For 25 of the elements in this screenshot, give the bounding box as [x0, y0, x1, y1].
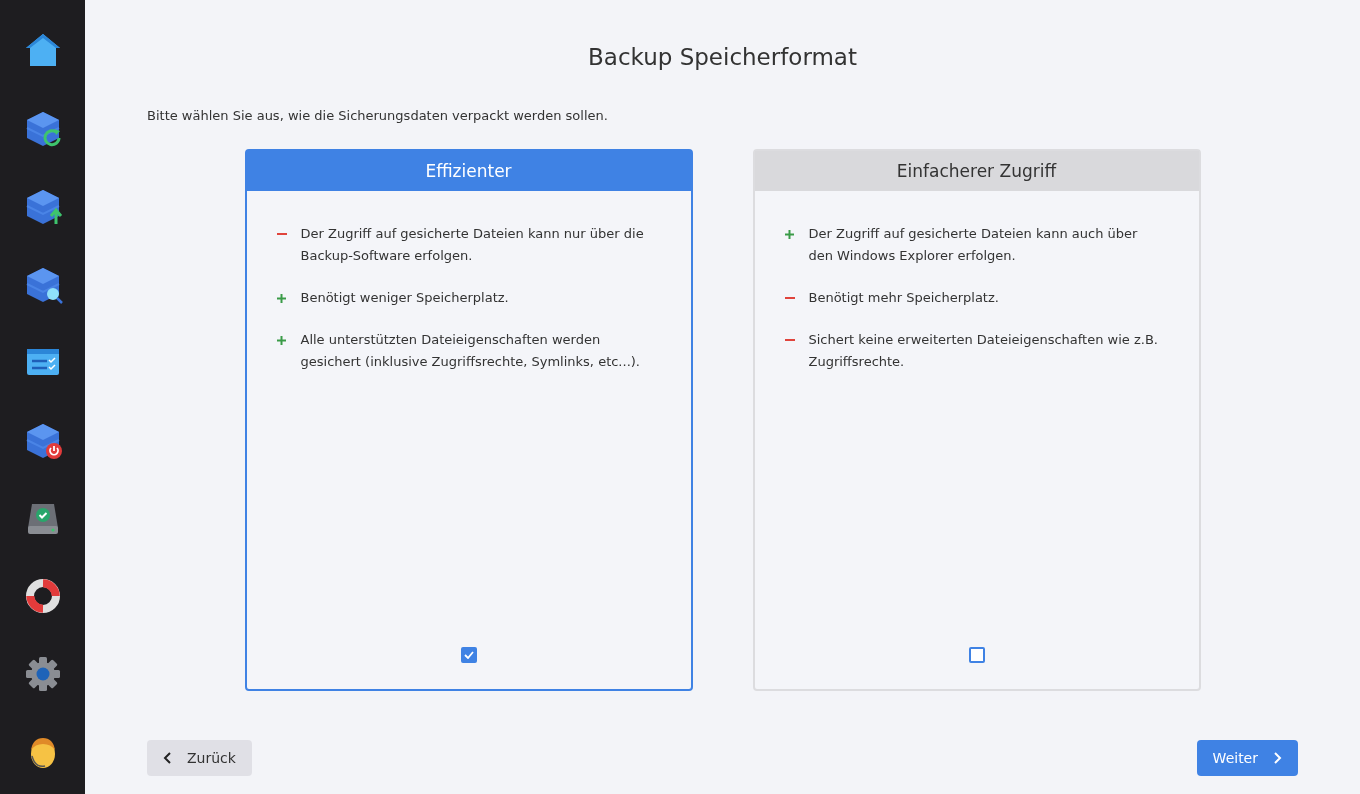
- feature-text: Alle unterstützten Dateieigenschaften werden gesichert (inklusive Zugriffsrechte, Symlinks, etc...).: [300, 331, 641, 371]
- minus-icon: [784, 339, 795, 341]
- feature-text: Benötigt weniger Speicherplatz.: [300, 289, 509, 307]
- chevron-left-icon: [163, 752, 173, 764]
- option-card[interactable]: [244, 149, 693, 691]
- plus-icon: [277, 293, 286, 303]
- checkmark-icon: [463, 651, 474, 659]
- page-title: Backup Speicherformat: [587, 44, 858, 70]
- back-button[interactable]: Zurück: [147, 740, 252, 776]
- card-title: Einfacherer Zugriff: [896, 161, 1057, 181]
- option-card[interactable]: Einfacherer Zugriff Der Zugriff auf gesicherte Dateien kann auch über den Windows Explorer erfolgen. Benötigt mehr Speicherplatz. Sichert keine erweiterten Dateieigenschaften wie z.B. Zugriffsrechte.: [752, 149, 1201, 691]
- feature-text: Der Zugriff auf gesicherte Dateien kann nur über die Backup-Software erfolgen.: [300, 225, 645, 265]
- next-button[interactable]: Weiter: [1196, 740, 1298, 776]
- plus-icon: [785, 229, 794, 239]
- card-title: Effizienter: [425, 161, 512, 181]
- instruction-text: Bitte wählen Sie aus, wie die Sicherungsdaten verpackt werden sollen.: [147, 108, 609, 123]
- plus-icon: [277, 335, 286, 345]
- minus-icon: [784, 297, 795, 299]
- minus-icon: [276, 233, 287, 235]
- feature-text: Der Zugriff auf gesicherte Dateien kann auch über den Windows Explorer erfolgen.: [808, 225, 1139, 265]
- chevron-right-icon: [1272, 752, 1282, 764]
- checkbox[interactable]: [968, 647, 985, 663]
- feature-text: Sichert keine erweiterten Dateieigenschaften wie z.B. Zugriffsrechte.: [808, 331, 1159, 371]
- feature-text: Benötigt mehr Speicherplatz.: [808, 289, 999, 307]
- checkbox[interactable]: [460, 647, 477, 663]
